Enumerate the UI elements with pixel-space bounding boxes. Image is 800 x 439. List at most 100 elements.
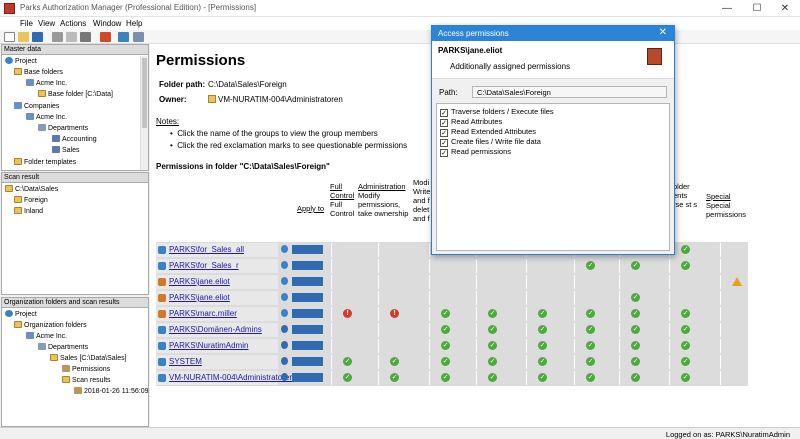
pane-title: Master data [2,45,148,55]
menu-file[interactable]: File [20,19,33,28]
tree-node[interactable]: Companies [14,102,59,112]
permission-cell [526,339,574,353]
menu-view[interactable]: View [38,19,55,28]
principal-link[interactable]: PARKS\Domänen-Admins [169,325,262,334]
permission-cell [378,339,426,353]
permission-cell [378,291,426,305]
new-icon[interactable] [4,32,15,42]
tree-node[interactable]: Project [5,310,37,320]
permission-checkbox[interactable]: ✓ Read permissions [440,147,674,157]
apply-to-icon [281,373,288,381]
permission-checkbox[interactable]: ✓ Traverse folders / Execute files [440,107,674,117]
checkbox[interactable]: ✓ [440,129,448,137]
permission-cell [429,259,477,273]
save-icon[interactable] [32,32,43,42]
tree-node[interactable]: C:\Data\Sales [5,185,58,195]
tree-node[interactable]: Sales [C:\Data\Sales] [50,354,127,364]
principal-link[interactable]: SYSTEM [169,357,202,366]
close-button[interactable]: ✕ [770,0,800,17]
tree-node[interactable]: Folder templates [14,158,76,168]
tree-icon[interactable] [118,32,129,42]
granted-check-icon: ✓ [441,357,450,366]
cut-icon[interactable] [52,32,63,42]
principal-icon [158,310,166,318]
principal-link[interactable]: PARKS\jane.eliot [169,293,230,302]
scrollbar[interactable] [140,56,148,170]
principal-cell: PARKS\jane.eliot [156,291,278,305]
menu-help[interactable]: Help [126,19,142,28]
path-field[interactable]: C:\Data\Sales\Foreign [472,86,667,98]
principal-link[interactable]: PARKS\jane.eliot [169,277,230,286]
organization-pane: Organization folders and scan results Pr… [1,297,149,427]
tree-node[interactable]: Organization folders [14,321,87,331]
permission-cell [429,355,477,369]
tree-node[interactable]: Acme Inc. [26,79,67,89]
granted-check-icon: ✓ [488,373,497,382]
table-row: PARKS\marc.miller!! ✓ ✓ ✓ ✓ ✓ ✓ [156,306,748,322]
principal-link[interactable]: PARKS\NuratimAdmin [169,341,248,350]
tree-node[interactable]: Permissions [62,365,110,375]
permission-cell [378,355,426,369]
granted-check-icon: ✓ [631,357,640,366]
principal-link[interactable]: PARKS\marc.miller [169,309,237,318]
tree-node[interactable]: Inland [14,207,43,217]
principal-link[interactable]: PARKS\for_Sales_all [169,245,244,254]
copy-icon[interactable] [66,32,77,42]
principal-cell: PARKS\NuratimAdmin [156,339,278,353]
tree-node[interactable]: Accounting [52,135,97,145]
principal-cell: PARKS\for_Sales_r [156,259,278,273]
col-folder[interactable]: older ents rse st s [673,182,699,209]
questionable-permission-icon[interactable]: ! [343,309,352,318]
properties-icon[interactable] [133,32,144,42]
tree-node[interactable]: Acme Inc. [26,332,67,342]
dialog-close-button[interactable]: ✕ [659,27,667,38]
minimize-button[interactable]: — [712,0,742,17]
principal-cell: PARKS\for_Sales_all [156,243,278,257]
menu-window[interactable]: Window [93,19,121,28]
apply-to-scope-icon [292,373,323,382]
tree-node[interactable]: Project [5,57,37,67]
principal-link[interactable]: PARKS\for_Sales_r [169,261,239,270]
company-icon [26,332,34,339]
questionable-permission-icon[interactable]: ! [390,309,399,318]
tree-node[interactable]: Departments [38,124,88,134]
print-icon[interactable] [80,32,91,42]
tree-node[interactable]: Base folders [14,68,63,78]
tree-node[interactable]: Sales [52,146,80,156]
permission-checkbox[interactable]: ✓ Read Extended Attributes [440,127,674,137]
granted-check-icon: ✓ [681,341,690,350]
delete-icon[interactable] [100,32,111,42]
table-title: Permissions in folder "C:\Data\Sales\For… [156,162,330,171]
tree-node[interactable]: Scan results [62,376,111,386]
granted-check-icon: ✓ [390,357,399,366]
permission-cell [669,371,717,385]
tree-node[interactable]: 2018-01-26 11:56:09 [74,387,148,397]
col-apply-to[interactable]: Apply to [297,204,324,213]
checkbox[interactable]: ✓ [440,149,448,157]
permission-cell [476,371,524,385]
maximize-button[interactable]: ☐ [742,0,772,17]
table-row: PARKS\NuratimAdmin ✓ ✓ ✓ ✓ ✓ ✓ [156,338,748,354]
scrollbar-thumb[interactable] [142,58,147,128]
col-special[interactable]: Special Special permissions [706,192,756,219]
permission-cell [526,355,574,369]
principal-link[interactable]: VM-NURATIM-004\Administratoren [169,373,294,382]
principal-icon [158,278,166,286]
checkbox[interactable]: ✓ [440,109,448,117]
warning-icon[interactable] [732,277,742,286]
permission-checkbox[interactable]: ✓ Read Attributes [440,117,674,127]
tree-node[interactable]: Base folder [C:\Data] [38,90,113,100]
tree-node[interactable]: Acme Inc. [26,113,67,123]
menu-actions[interactable]: Actions [60,19,86,28]
checkbox[interactable]: ✓ [440,139,448,147]
tree-node[interactable]: Departments [38,343,88,353]
checkbox[interactable]: ✓ [440,119,448,127]
col-modify[interactable]: Modi Write and f delet and f [413,178,431,223]
permission-cell [619,371,667,385]
open-icon[interactable] [18,32,29,42]
permission-checkbox[interactable]: ✓ Create files / Write file data [440,137,674,147]
permission-cell [669,259,717,273]
col-administration[interactable]: Administration Modify permissions, take o… [358,182,410,218]
tree-node[interactable]: Foreign [14,196,48,206]
granted-check-icon: ✓ [538,309,547,318]
